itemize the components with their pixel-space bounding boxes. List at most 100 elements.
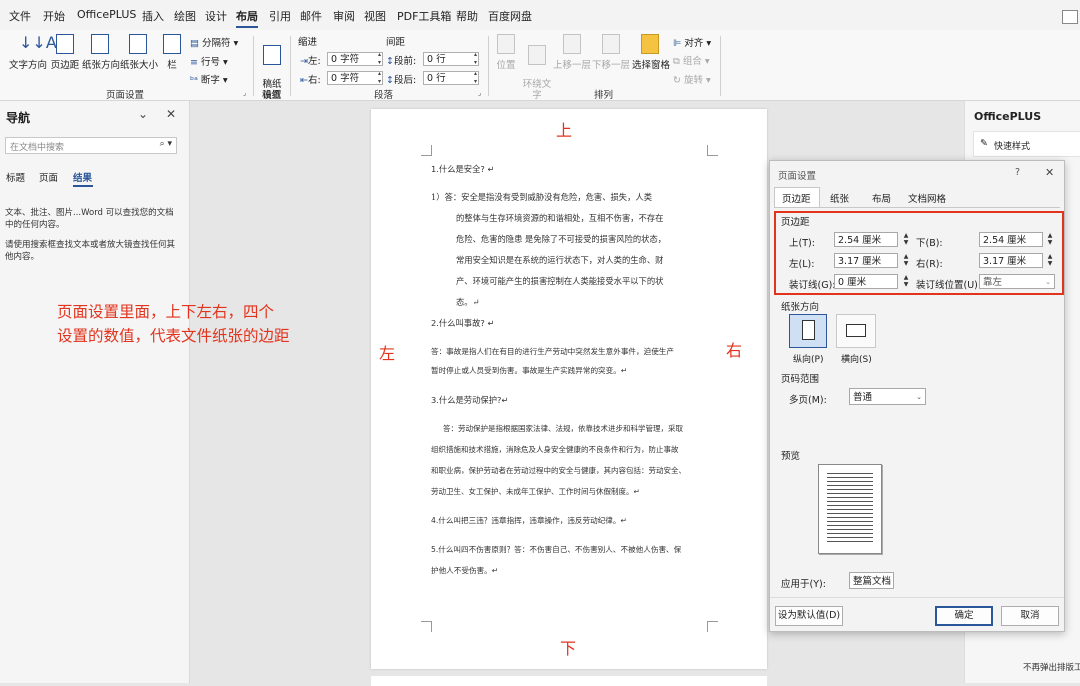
hyphenation-button[interactable]: ᵇᵃ 断字 ▾ <box>190 72 228 86</box>
nav-tab-headings[interactable]: 标题 <box>6 170 25 184</box>
dialog-tab-document-grid[interactable]: 文档网格 <box>908 191 946 205</box>
dialog-footer-divider <box>770 597 1064 598</box>
apply-to-select[interactable]: 整篇文档 ⌄ <box>849 572 894 589</box>
paragraph-launcher-icon[interactable]: ⌟ <box>478 89 481 97</box>
size-button[interactable]: 纸张大小 <box>120 34 158 71</box>
quick-styles-label: 快速样式 <box>994 142 1031 152</box>
chevron-down-icon: ⌄ <box>885 577 891 585</box>
margins-section-label: 页边距 <box>781 217 810 228</box>
menu-help[interactable]: 帮助 <box>456 8 478 24</box>
menu-baidu-netdisk[interactable]: 百度网盘 <box>488 8 532 24</box>
gutter-spinner[interactable]: ▲ ▼ <box>901 274 911 289</box>
right-margin-input[interactable]: 3.17 厘米 <box>979 253 1043 268</box>
selection-pane-button[interactable]: 选择窗格 <box>632 34 670 71</box>
preview-page <box>818 464 882 554</box>
navigation-pane: 导航 ⌄ ✕ 在文档中搜索 ⌕ ▾ 标题 页面 结果 文本、批注、图片...Wo… <box>0 101 190 683</box>
left-margin-spinner[interactable]: ▲ ▼ <box>901 253 911 268</box>
search-icon[interactable]: ⌕ ▾ <box>160 139 172 149</box>
right-margin-spinner[interactable]: ▲ ▼ <box>1045 253 1055 268</box>
spacing-after-label: ↕段后: <box>386 75 417 86</box>
quick-styles-button[interactable]: ✎ 快速样式 <box>973 131 1080 157</box>
send-backward-button[interactable]: 下移一层 <box>592 34 630 71</box>
nav-tab-results[interactable]: 结果 <box>73 170 92 184</box>
menu-file[interactable]: 文件 <box>9 8 31 24</box>
bring-forward-button[interactable]: 上移一层 <box>553 34 591 71</box>
menu-home[interactable]: 开始 <box>43 8 65 24</box>
dialog-tab-paper[interactable]: 纸张 <box>830 191 849 205</box>
doc-line: 2.什么叫事故? ↵ <box>431 318 495 328</box>
orientation-button[interactable]: 纸张方向 <box>82 34 120 71</box>
line-numbers-icon: ≡ <box>190 57 201 68</box>
menu-design[interactable]: 设计 <box>205 8 227 24</box>
search-input[interactable]: 在文档中搜索 ⌕ ▾ <box>5 137 177 154</box>
rotate-button[interactable]: ↻ 旋转 ▾ <box>673 72 711 86</box>
landscape-icon <box>846 324 866 337</box>
manuscript-group-label: 稿纸 <box>262 90 282 101</box>
menu-officeplus[interactable]: OfficePLUS <box>77 8 136 21</box>
bottom-margin-spinner[interactable]: ▲ ▼ <box>1045 232 1055 247</box>
document-next-page <box>371 676 767 686</box>
page-setup-launcher-icon[interactable]: ⌟ <box>243 89 246 97</box>
menu-references[interactable]: 引用 <box>269 8 291 24</box>
bring-forward-label: 上移一层 <box>553 60 592 71</box>
columns-button[interactable]: 栏 <box>162 34 182 71</box>
bring-forward-icon <box>563 34 581 54</box>
portrait-button[interactable] <box>789 314 827 348</box>
top-margin-spinner[interactable]: ▲ ▼ <box>901 232 911 247</box>
chevron-down-icon: ⌄ <box>916 393 922 401</box>
arrange-group-label: 排列 <box>594 90 614 101</box>
breaks-button[interactable]: ▤ 分隔符 ▾ <box>190 35 238 49</box>
close-icon[interactable]: ✕ <box>166 107 176 121</box>
gutter-position-label: 装订线位置(U): <box>916 280 982 291</box>
dialog-tab-layout[interactable]: 布局 <box>872 191 891 205</box>
margins-button[interactable]: 页边距 <box>50 34 80 71</box>
group-button[interactable]: ⧉ 组合 ▾ <box>673 53 710 67</box>
indent-left-label: ⇥左: <box>300 56 321 67</box>
ok-button[interactable]: 确定 <box>935 606 993 626</box>
menu-insert[interactable]: 插入 <box>142 8 164 24</box>
set-default-button[interactable]: 设为默认值(D) <box>775 606 843 626</box>
line-numbers-label: 行号 <box>200 57 220 68</box>
margin-right-label: 右 <box>726 341 743 360</box>
bottom-margin-input[interactable]: 2.54 厘米 <box>979 232 1043 247</box>
indent-left-input[interactable]: 0 字符 <box>327 51 383 67</box>
align-button[interactable]: ⊫ 对齐 ▾ <box>673 35 711 49</box>
doc-line: 的整体与生存环境资源的和谐相处，互相不伤害，不存在 <box>456 213 664 223</box>
ribbon-separator <box>290 36 291 96</box>
gutter-position-select[interactable]: 靠左 ⌄ <box>979 274 1055 289</box>
multiple-pages-select[interactable]: 普通 ⌄ <box>849 388 926 405</box>
help-icon[interactable]: ? <box>1015 167 1020 178</box>
comment-icon[interactable] <box>1062 10 1078 24</box>
nav-info-text: 请使用搜索框查找文本或者放大镜查找任何其 他内容。 <box>5 240 176 262</box>
indent-right-input[interactable]: 0 字符 <box>327 70 383 86</box>
left-margin-input[interactable]: 3.17 厘米 <box>834 253 898 268</box>
position-button[interactable]: 位置 <box>493 34 519 71</box>
menu-draw[interactable]: 绘图 <box>174 8 196 24</box>
spacing-before-input[interactable]: 0 行 <box>423 51 479 67</box>
doc-line: 劳动卫生、女工保护、未成年工保护、工作时间与休假制度。↵ <box>431 487 640 496</box>
send-backward-icon <box>602 34 620 54</box>
menu-pdf-toolbox[interactable]: PDF工具箱 <box>397 8 451 24</box>
wrap-text-button[interactable]: 环绕文 字 <box>522 34 552 101</box>
selection-pane-icon <box>641 34 659 54</box>
nav-tab-pages[interactable]: 页面 <box>39 170 58 184</box>
line-numbers-button[interactable]: ≡ 行号 ▾ <box>190 54 228 68</box>
spacing-after-input[interactable]: 0 行 <box>423 70 479 86</box>
text-direction-icon: ↓↓A <box>19 33 57 52</box>
menu-view[interactable]: 视图 <box>364 8 386 24</box>
breaks-label: 分隔符 <box>202 38 231 49</box>
menu-mailings[interactable]: 邮件 <box>300 8 322 24</box>
gutter-input[interactable]: 0 厘米 <box>834 274 898 289</box>
landscape-button[interactable] <box>836 314 876 348</box>
menu-layout[interactable]: 布局 <box>236 8 258 24</box>
top-margin-input[interactable]: 2.54 厘米 <box>834 232 898 247</box>
dialog-tab-margins[interactable]: 页边距 <box>782 191 811 205</box>
cancel-button[interactable]: 取消 <box>1001 606 1059 626</box>
chevron-down-icon[interactable]: ⌄ <box>138 107 148 121</box>
close-icon[interactable]: ✕ <box>1045 166 1054 179</box>
text-direction-button[interactable]: ↓↓A 文字方向 <box>8 33 57 72</box>
margin-corner <box>707 621 718 632</box>
menu-review[interactable]: 审阅 <box>333 8 355 24</box>
apply-to-label: 应用于(Y): <box>781 579 826 590</box>
nav-info-text: 文本、批注、图片...Word 可以查找您的文档 中的任何内容。 <box>5 208 174 230</box>
